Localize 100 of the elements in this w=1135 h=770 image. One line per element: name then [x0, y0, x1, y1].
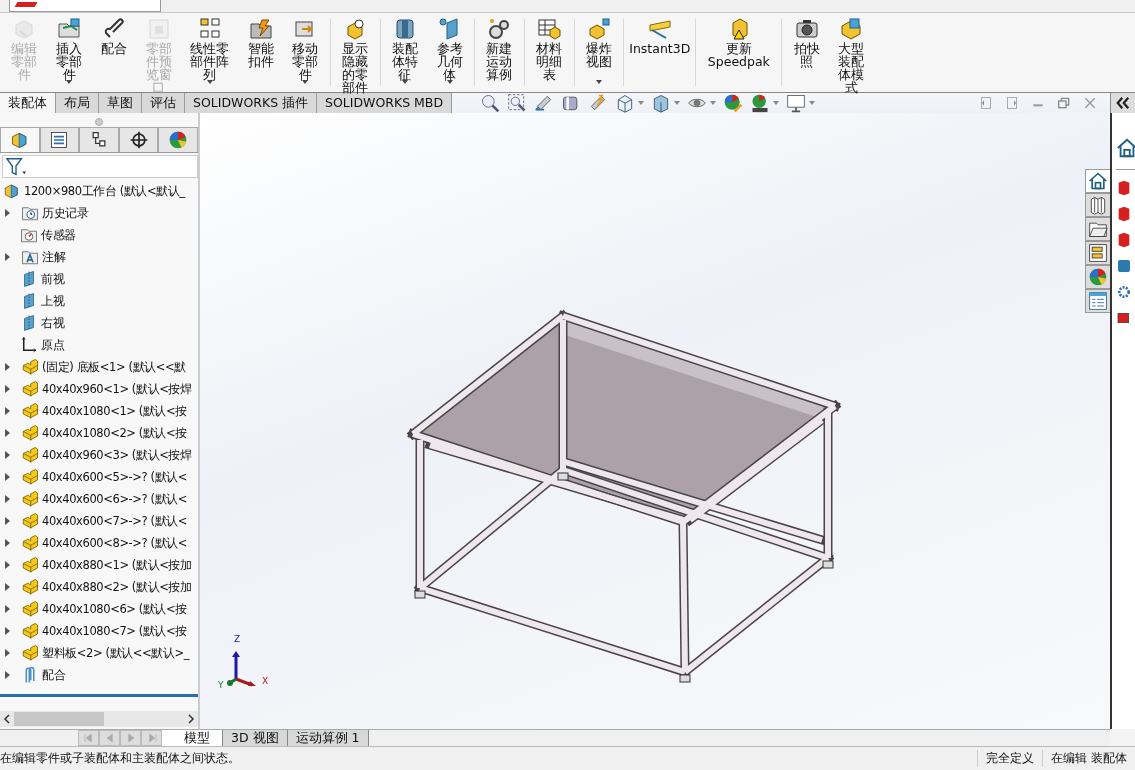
ribbon-button[interactable]: 参考几何体 — [427, 13, 472, 92]
tile-right-icon[interactable] — [1004, 95, 1020, 111]
task-pane-tab[interactable] — [1085, 169, 1110, 193]
gear-icon[interactable] — [1116, 284, 1132, 300]
ribbon-button[interactable]: 装配体特征 — [382, 13, 428, 92]
expand-arrow-icon[interactable] — [5, 649, 10, 657]
horizontal-scrollbar[interactable] — [0, 711, 198, 727]
ribbon-button[interactable]: 配合 — [91, 13, 137, 92]
expand-arrow-icon[interactable] — [5, 517, 10, 525]
scroll-left-icon[interactable] — [1, 713, 13, 725]
ribbon-button[interactable]: 智能扣件 — [238, 13, 283, 92]
splitter-grip[interactable] — [95, 118, 103, 126]
camera-icon — [794, 17, 819, 41]
command-tab[interactable]: 布局 — [56, 93, 99, 114]
sheet-tab[interactable]: 运动算例 1 — [287, 730, 369, 746]
expand-arrow-icon[interactable] — [5, 671, 10, 679]
panel-tab[interactable] — [39, 127, 80, 152]
exploded-box-icon — [586, 17, 611, 41]
gears-icon — [487, 17, 512, 41]
tree-label: 40x40x960<3> (默认<按焊 — [42, 447, 192, 463]
ribbon-button[interactable]: Instant3D — [626, 13, 694, 92]
monitor-icon[interactable] — [786, 93, 807, 113]
expand-arrow-icon[interactable] — [5, 495, 10, 503]
ribbon-button[interactable]: 移动零部件 — [283, 13, 328, 92]
ribbon-button[interactable]: 显示隐藏的零部件 — [332, 13, 378, 92]
status-text: 在编辑 装配体 — [1042, 750, 1135, 767]
task-pane-tab[interactable] — [1085, 289, 1110, 313]
scene-ball-icon[interactable] — [750, 93, 771, 113]
ribbon-button[interactable]: 更新 Speedpak — [698, 13, 780, 92]
color-ball-icon — [1088, 267, 1108, 287]
part-icon — [21, 402, 39, 420]
task-pane-tab[interactable] — [1085, 193, 1110, 217]
command-tab[interactable]: 评估 — [142, 93, 185, 114]
caret-icon[interactable] — [773, 101, 780, 105]
expand-arrow-icon[interactable] — [5, 583, 10, 591]
status-message: 在编辑零件或子装配体和主装配体之间状态。 — [0, 750, 241, 767]
ribbon-button[interactable]: 材料明细表 — [526, 13, 572, 92]
panel-tab[interactable] — [79, 127, 119, 152]
logo-icon[interactable] — [1116, 206, 1132, 222]
home-icon[interactable] — [1116, 137, 1135, 159]
ribbon-button[interactable]: 爆炸视图 — [576, 13, 622, 92]
ribbon-button[interactable]: 新建运动算例 — [477, 13, 522, 92]
expand-arrow-icon[interactable] — [5, 363, 10, 371]
task-pane-tab[interactable] — [1085, 241, 1110, 265]
color-ball-icon[interactable] — [723, 93, 744, 113]
box-icon[interactable] — [1116, 310, 1132, 326]
task-pane-tab[interactable] — [1085, 217, 1110, 241]
cube-icon — [839, 17, 864, 41]
expand-arrow-icon[interactable] — [5, 473, 10, 481]
logo-icon[interactable] — [1116, 232, 1132, 248]
scroll-right-icon[interactable] — [185, 713, 197, 725]
tree-label: 40x40x1080<6> (默认<按 — [42, 601, 187, 617]
expand-arrow-icon[interactable] — [5, 385, 10, 393]
ribbon-button[interactable]: 大型装配体模式 — [829, 13, 874, 92]
home-icon — [1088, 171, 1108, 191]
filter-icon — [5, 155, 27, 178]
caret-icon[interactable] — [674, 101, 681, 105]
status-text: 完全定义 — [977, 750, 1043, 767]
expand-arrow-icon[interactable] — [5, 605, 10, 613]
restore-icon[interactable] — [1056, 95, 1072, 111]
caret-icon[interactable] — [710, 101, 717, 105]
zoom-fit-icon[interactable] — [480, 93, 501, 113]
tool-icon[interactable] — [1116, 258, 1132, 274]
part-icon — [21, 468, 39, 486]
zoom-area-icon[interactable] — [507, 93, 528, 113]
command-tab[interactable]: SOLIDWORKS 插件 — [185, 93, 318, 114]
tree-label: 历史记录 — [42, 205, 89, 221]
expand-arrow-icon[interactable] — [5, 539, 10, 547]
tree-label: 右视 — [41, 315, 65, 331]
command-tab[interactable]: 草图 — [99, 93, 142, 114]
tree-label: 配合 — [42, 667, 66, 683]
caret-icon[interactable] — [638, 101, 645, 105]
expand-arrow-icon[interactable] — [5, 407, 10, 415]
tree-label: 注解 — [42, 249, 66, 265]
part-icon — [21, 490, 39, 508]
collapse-icon[interactable] — [1114, 94, 1132, 112]
expand-arrow-icon[interactable] — [5, 253, 10, 261]
caret-icon[interactable] — [809, 101, 816, 105]
ribbon-button[interactable]: 插入零部件 — [46, 13, 92, 92]
expand-arrow-icon[interactable] — [5, 627, 10, 635]
sheet-tab[interactable]: 3D 视图 — [223, 730, 288, 746]
ribbon-button[interactable]: 拍快照 — [784, 13, 830, 92]
tree-label: 40x40x880<1> (默认<按加 — [42, 557, 192, 573]
command-tab[interactable]: 装配体 — [0, 93, 56, 114]
expand-arrow-icon[interactable] — [5, 451, 10, 459]
folder-bolt-icon — [248, 17, 273, 41]
logo-icon[interactable] — [1116, 180, 1132, 196]
ribbon-button[interactable]: 线性零部件阵列 — [181, 13, 239, 92]
panel-tab[interactable] — [118, 127, 159, 152]
expand-arrow-icon[interactable] — [5, 209, 10, 217]
tree-label: 40x40x1080<1> (默认<按 — [42, 403, 187, 419]
expand-arrow-icon[interactable] — [5, 429, 10, 437]
sensor-folder-icon — [20, 226, 38, 244]
expand-arrow-icon[interactable] — [5, 561, 10, 569]
tree-label: 40x40x1080<2> (默认<按 — [42, 425, 187, 441]
sheet-tab[interactable]: 模型 — [162, 730, 223, 746]
tile-left-icon[interactable] — [978, 95, 994, 111]
command-tab[interactable]: SOLIDWORKS MBD — [317, 93, 453, 114]
close-icon[interactable] — [1082, 95, 1098, 111]
tree-label: 原点 — [41, 337, 65, 353]
